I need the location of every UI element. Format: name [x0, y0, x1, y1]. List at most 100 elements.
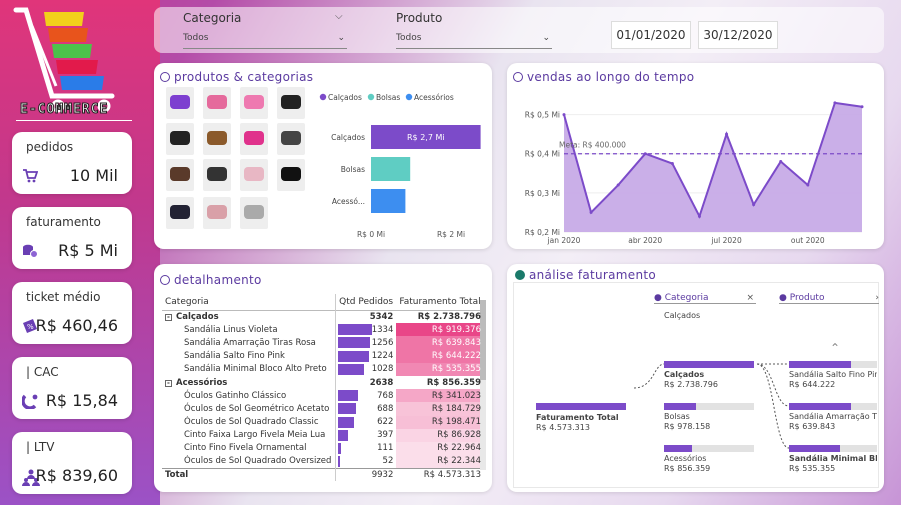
- row-category: - Acessórios: [162, 376, 336, 389]
- logo-divider: [16, 120, 132, 121]
- collapse-icon[interactable]: -: [165, 379, 172, 387]
- category-node-bar[interactable]: [664, 445, 754, 452]
- category-bar[interactable]: [371, 157, 411, 181]
- clock-icon: [513, 72, 523, 82]
- product-node-bar[interactable]: [789, 445, 877, 452]
- row-fat: R$ 22.344: [396, 455, 484, 469]
- product-node-name: Sandália Amarração Ti...: [789, 412, 877, 421]
- table-row[interactable]: - Acessórios 2638 R$ 856.359: [162, 375, 484, 390]
- row-qtd: 111: [335, 441, 397, 456]
- produtos-panel: produtos & categorias Calçados Bolsas Aces…: [154, 63, 492, 249]
- product-image: [277, 87, 305, 119]
- table-row[interactable]: Sandália Salto Fino Pink 1224 R$ 644.222: [162, 349, 484, 363]
- fat-value: R$ 184.729: [431, 403, 481, 414]
- check-icon: [515, 270, 525, 280]
- categoria-dropdown[interactable]: Todos ⌄: [183, 33, 347, 49]
- table-row[interactable]: Óculos de Sol Quadrado Classic 622 R$ 198.…: [162, 415, 484, 429]
- sales-point[interactable]: [779, 160, 783, 164]
- sales-point[interactable]: [752, 203, 756, 207]
- sales-point[interactable]: [616, 183, 620, 187]
- y-tick-label: R$ 0,4 Mi: [525, 150, 560, 159]
- table-row[interactable]: Sandália Linus Violeta 1334 R$ 919.376: [162, 323, 484, 337]
- panel-title: detalhamento: [160, 273, 262, 287]
- kpi-value: R$ 460,46: [35, 316, 118, 335]
- sales-point[interactable]: [670, 162, 674, 165]
- tree-icon: [160, 275, 170, 285]
- root-name: Faturamento Total: [536, 413, 619, 422]
- produtos-title: produtos & categorias: [174, 70, 314, 84]
- kpi-value: 10 Mil: [69, 166, 118, 185]
- detalhamento-title: detalhamento: [174, 273, 262, 287]
- kpi-faturamento: faturamento R$ 5 Mi: [12, 207, 132, 269]
- qtd-value: 622: [377, 417, 394, 428]
- chevron-down-icon: ⌄: [542, 33, 550, 43]
- table-row[interactable]: Óculos de Sol Geométrico Acetato 688 R$ 18…: [162, 402, 484, 416]
- column-header[interactable]: Qtd Pedidos: [335, 294, 397, 310]
- table-row[interactable]: Óculos de Sol Quadrado Oversized 52 R$ 22.…: [162, 455, 484, 469]
- category-node-name: Bolsas: [664, 412, 690, 421]
- product-node-bar[interactable]: [789, 403, 877, 410]
- sales-point[interactable]: [860, 105, 864, 109]
- table-row[interactable]: Sandália Minimal Bloco Alto Preto 1028 R$ …: [162, 362, 484, 376]
- decomposition-tree: ● Categoria × Calçados ● Produto › ⌃ Fat…: [513, 282, 879, 488]
- product-image: [240, 123, 268, 155]
- qtd-value: 1334: [371, 324, 394, 335]
- column-header[interactable]: Faturamento Total: [396, 294, 484, 310]
- table-row[interactable]: Cinto Fino Fivela Ornamental 111 R$ 22.964: [162, 441, 484, 456]
- row-fat: R$ 535.355: [396, 362, 484, 376]
- row-fat: R$ 644.222: [396, 349, 484, 363]
- category-node-bar[interactable]: [664, 361, 754, 368]
- kpi-title: ticket médio: [26, 290, 101, 304]
- date-end-input[interactable]: 30/12/2020: [698, 21, 778, 49]
- column-header[interactable]: Categoria: [162, 294, 336, 310]
- fat-value: R$ 198.471: [431, 417, 481, 428]
- table-row[interactable]: Cinto Faixa Largo Fivela Meia Lua 397 R$ 8…: [162, 428, 484, 442]
- fat-value: R$ 639.843: [431, 337, 481, 348]
- category-bar[interactable]: [371, 189, 406, 213]
- product-node-name: Sandália Salto Fino Pin: [789, 370, 877, 379]
- product-node-bar[interactable]: [789, 361, 877, 368]
- sales-point[interactable]: [833, 101, 837, 105]
- total-qtd: 9932: [335, 468, 397, 482]
- row-category: Sandália Linus Violeta: [162, 323, 336, 336]
- kpi-title: pedidos: [26, 140, 74, 154]
- row-qtd: 1224: [335, 349, 397, 363]
- sales-point[interactable]: [589, 210, 593, 214]
- sales-point[interactable]: [806, 183, 810, 187]
- table-row[interactable]: - Calçados 5342 R$ 2.738.796: [162, 310, 484, 324]
- collapse-icon[interactable]: -: [165, 313, 172, 321]
- categoria-selected: Todos: [183, 33, 209, 43]
- cart-icon: [22, 168, 40, 186]
- sales-point[interactable]: [725, 132, 729, 136]
- row-fat: R$ 341.023: [396, 389, 484, 403]
- date-start-input[interactable]: 01/01/2020: [611, 21, 691, 49]
- analise-panel: análise faturamento ● Categoria × Calçad…: [507, 264, 884, 492]
- bar-data-label: R$ 2,7 Mi: [407, 133, 445, 142]
- panel-title: produtos & categorias: [160, 70, 313, 84]
- table-row[interactable]: Óculos Gatinho Clássico 768 R$ 341.023: [162, 389, 484, 403]
- table-row[interactable]: Sandália Amarração Tiras Rosa 1256 R$ 639.…: [162, 336, 484, 350]
- sales-point[interactable]: [562, 113, 566, 117]
- product-image: [166, 159, 194, 191]
- total-label: Total: [165, 470, 189, 481]
- x-tick-label: abr 2020: [628, 236, 662, 245]
- chevron-down-icon: ⌄: [337, 33, 345, 43]
- row-qtd: 622: [335, 415, 397, 429]
- row-fat: R$ 86.928: [396, 428, 484, 442]
- fat-value: R$ 644.222: [431, 351, 481, 362]
- root-value: R$ 4.573.313: [536, 423, 590, 432]
- sales-point[interactable]: [697, 214, 701, 218]
- chevron-down-icon[interactable]: ⌵: [335, 11, 343, 22]
- root-bar[interactable]: [536, 403, 626, 410]
- row-name: Sandália Salto Fino Pink: [184, 351, 285, 362]
- row-name: Cinto Faixa Largo Fivela Meia Lua: [184, 430, 326, 441]
- legend-label: Acessórios: [414, 93, 454, 102]
- details-matrix: Categoria Qtd Pedidos Faturamento Total …: [162, 294, 484, 482]
- product-image: [166, 197, 194, 229]
- produto-dropdown[interactable]: Todos ⌄: [396, 33, 552, 49]
- category-label: Acessó...: [332, 197, 365, 206]
- row-name: Sandália Linus Violeta: [184, 324, 278, 335]
- row-name: Sandália Amarração Tiras Rosa: [184, 337, 316, 348]
- category-node-bar[interactable]: [664, 403, 754, 410]
- legend-swatch: [367, 93, 375, 101]
